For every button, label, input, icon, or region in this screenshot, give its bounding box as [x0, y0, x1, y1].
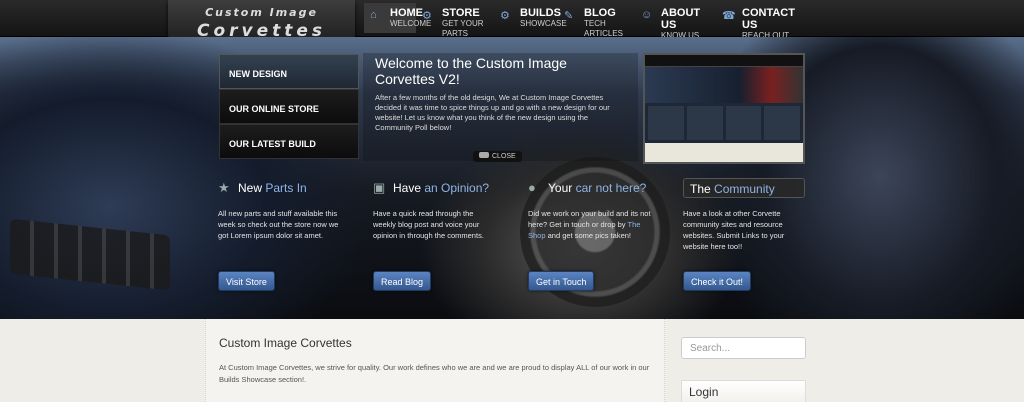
feature-title-part: Your — [548, 181, 573, 195]
top-bar: Custom Image Corvettes ⌂ HOME WELCOME ⚙ … — [0, 0, 1024, 50]
login-panel-title: Login — [681, 380, 806, 402]
feature-community-body: Have a look at other Corvette community … — [683, 209, 785, 251]
contact-icon: ☎ — [722, 10, 736, 22]
close-label: CLOSE — [492, 153, 516, 160]
slider-content: Welcome to the Custom Image Corvettes V2… — [363, 53, 638, 161]
blog-icon: ✎ — [564, 10, 574, 22]
feature-title-highlight: an Opinion? — [424, 181, 490, 195]
feature-opinion: ▣ Have an Opinion? Have a quick read thr… — [373, 178, 498, 291]
check-it-out-button[interactable]: Check it Out! — [683, 271, 752, 291]
home-icon: ⌂ — [370, 9, 377, 21]
main-nav: ⌂ HOME WELCOME ⚙ STORE GET YOUR PARTS ⚙ … — [364, 3, 802, 50]
nav-store[interactable]: ⚙ STORE GET YOUR PARTS — [416, 3, 494, 38]
nav-store-sub: GET YOUR PARTS — [442, 19, 484, 38]
feature-new-parts: ★ New Parts In All new parts and stuff a… — [218, 178, 343, 291]
feature-title-highlight: car not here? — [575, 181, 647, 195]
get-in-touch-button[interactable]: Get in Touch — [528, 271, 595, 291]
feature-new-parts-body: All new parts and stuff available this w… — [218, 209, 339, 240]
nav-contact[interactable]: ☎ CONTACT US REACH OUT — [716, 3, 802, 40]
slider-body: After a few months of the old design, We… — [375, 93, 610, 132]
slider-tab-new-design[interactable]: NEW DESIGN — [219, 54, 359, 89]
feature-new-parts-title: ★ New Parts In — [218, 178, 343, 198]
website-preview-image — [643, 53, 805, 164]
search-input[interactable] — [681, 337, 806, 359]
nav-about[interactable]: ☺ ABOUT US KNOW US BETTER — [635, 3, 716, 50]
logo-line-1: Custom Image — [205, 6, 318, 19]
nav-home[interactable]: ⌂ HOME WELCOME — [364, 3, 432, 33]
nav-about-title: ABOUT US — [661, 7, 701, 31]
nav-store-title: STORE — [442, 7, 480, 19]
feature-title-part: Have — [393, 181, 422, 195]
slider-title: Welcome to the Custom Image Corvettes V2… — [375, 55, 567, 87]
location-pin-icon: ● — [528, 180, 536, 195]
slider-close-button[interactable]: CLOSE — [473, 151, 522, 162]
feature-car-not-here-title: ● Your car not here? — [528, 178, 653, 198]
nav-home-sub: WELCOME — [390, 19, 432, 28]
feature-community-title: The Community — [683, 178, 805, 198]
feature-title-part: New — [238, 181, 263, 195]
feature-opinion-body: Have a quick read through the weekly blo… — [373, 209, 484, 240]
nav-home-title: HOME — [390, 7, 423, 19]
nav-builds-sub: SHOWCASE — [520, 19, 567, 28]
read-blog-button[interactable]: Read Blog — [373, 271, 432, 291]
visit-store-button[interactable]: Visit Store — [218, 271, 275, 291]
feature-title-part: The — [690, 182, 711, 196]
nav-builds-title: BUILDS — [520, 7, 561, 19]
nav-blog-sub: TECH ARTICLES — [584, 19, 623, 38]
content-area: Custom Image Corvettes At Custom Image C… — [0, 319, 1024, 402]
star-icon: ★ — [218, 180, 230, 195]
slider-tab-online-store[interactable]: OUR ONLINE STORE — [219, 89, 359, 124]
store-icon: ⚙ — [422, 10, 432, 22]
feature-community: The Community Have a look at other Corve… — [683, 178, 808, 291]
close-icon — [479, 152, 489, 158]
feature-car-not-here-body: Did we work on your build and its not he… — [528, 208, 653, 256]
nav-blog[interactable]: ✎ BLOG TECH ARTICLES — [558, 3, 635, 38]
feature-opinion-title: ▣ Have an Opinion? — [373, 178, 498, 198]
nav-builds[interactable]: ⚙ BUILDS SHOWCASE — [494, 3, 567, 33]
chat-icon: ▣ — [373, 180, 386, 195]
nav-blog-title: BLOG — [584, 7, 616, 19]
slider-tab-latest-build[interactable]: OUR LATEST BUILD — [219, 124, 359, 159]
feature-title-highlight: Parts In — [265, 181, 307, 195]
nav-contact-title: CONTACT US — [742, 7, 795, 31]
content-heading: Custom Image Corvettes — [219, 336, 352, 350]
feature-car-not-here: ● Your car not here? Did we work on your… — [528, 178, 653, 291]
car-grille-graphic — [10, 218, 170, 291]
feature-body-text: and get some pics taken! — [547, 231, 632, 240]
slider-tabs: NEW DESIGN OUR ONLINE STORE OUR LATEST B… — [219, 54, 359, 159]
main-content: Custom Image Corvettes At Custom Image C… — [205, 319, 665, 402]
about-icon: ☺ — [641, 9, 653, 21]
content-text: At Custom Image Corvettes, we strive for… — [219, 363, 650, 384]
feature-title-highlight: Community — [714, 182, 775, 196]
builds-icon: ⚙ — [500, 10, 510, 22]
